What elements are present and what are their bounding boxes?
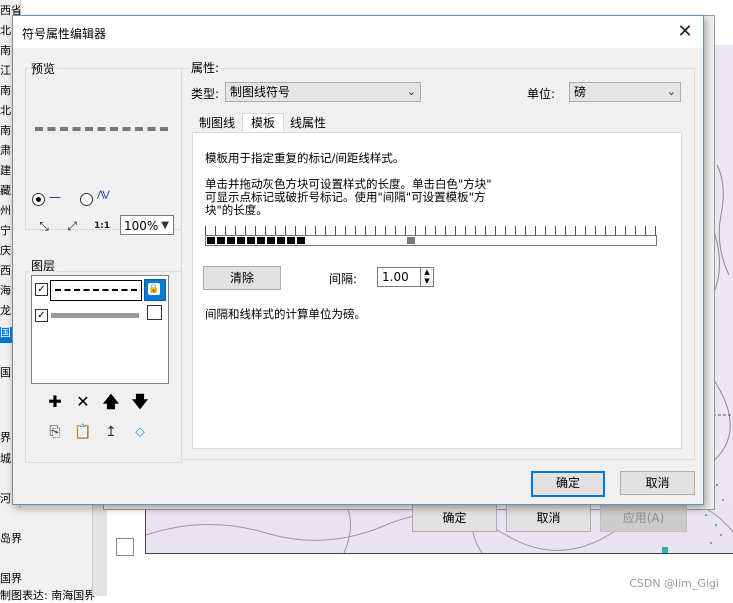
chevron-down-icon: ⌄	[666, 85, 676, 98]
background-list-item[interactable]: 岛界	[0, 530, 22, 546]
template-tab-panel: 模板用于指定重复的标记/间距线样式。 单击并拖动灰色方块可设置样式的长度。单击白…	[192, 132, 682, 449]
radio-zigzag-preview[interactable]	[80, 193, 93, 206]
background-list-item[interactable]: 国界	[0, 570, 22, 586]
unit-label: 单位:	[527, 87, 556, 101]
symbol-property-editor-dialog: 符号属性编辑器 ✕ 预览 — ⋀⋁ ⤡ ⤢ 1:1 100% ▼ 图层 ✓ 🔒 …	[12, 15, 704, 505]
background-checkbox[interactable]	[116, 538, 134, 556]
chevron-down-icon: ⌄	[406, 85, 416, 98]
layer-visibility-checkbox[interactable]: ✓	[35, 309, 48, 322]
clear-button[interactable]: 清除	[203, 266, 281, 290]
template-cell-filled[interactable]	[297, 237, 305, 244]
template-intro: 模板用于指定重复的标记/间距线样式。	[205, 151, 405, 165]
add-layer-button[interactable]: ✚	[45, 392, 65, 412]
line-mode-icon: —	[49, 190, 61, 204]
chevron-down-icon: ▼	[161, 220, 169, 231]
layer-swatch-solid[interactable]	[51, 313, 139, 318]
background-bottom-list: 岛界 国界 制图表达: 南海国界	[0, 508, 105, 602]
template-cell-filled[interactable]	[237, 237, 245, 244]
preview-group	[25, 68, 182, 230]
move-layer-up-button[interactable]: 🡅	[101, 392, 121, 412]
move-layer-down-button[interactable]: 🡇	[130, 392, 150, 412]
remove-layer-button[interactable]: ✕	[73, 392, 93, 412]
layer-swatch-dashed[interactable]	[50, 280, 142, 301]
background-list-item: 河	[0, 492, 11, 505]
watermark: CSDN @lim_Gigi	[629, 577, 719, 590]
actual-size-icon[interactable]: 1:1	[91, 216, 113, 236]
template-cell-filled[interactable]	[247, 237, 255, 244]
background-cancel-button[interactable]: 取消	[506, 504, 591, 532]
layer-lock-icon[interactable]	[147, 305, 162, 320]
zigzag-mode-icon: ⋀⋁	[97, 190, 110, 200]
background-scroll-area	[92, 505, 107, 596]
map-handle[interactable]	[662, 547, 668, 553]
spin-down-icon[interactable]: ▼	[421, 277, 433, 286]
paste-layer-icon[interactable]: 📋	[73, 422, 93, 442]
template-editor[interactable]	[205, 226, 657, 246]
layer-list[interactable]: ✓ 🔒 ✓	[31, 275, 169, 384]
layer-visibility-checkbox[interactable]: ✓	[35, 283, 48, 296]
zoom-out-icon[interactable]: ⤢	[61, 216, 83, 236]
template-cell-filled[interactable]	[277, 237, 285, 244]
template-cell-filled[interactable]	[217, 237, 225, 244]
unit-value: 磅	[574, 85, 587, 99]
title-bar[interactable]: 符号属性编辑器 ✕	[13, 16, 703, 48]
background-list-item: 城	[0, 452, 11, 465]
tab-line-properties[interactable]: 线属性	[285, 114, 331, 132]
zoom-select[interactable]: 100% ▼	[120, 215, 174, 235]
template-pattern-bar[interactable]	[205, 235, 657, 246]
type-select[interactable]: 制图线符号 ⌄	[225, 82, 421, 102]
template-cell-filled[interactable]	[207, 237, 215, 244]
background-list-item[interactable]: 制图表达: 南海国界	[0, 587, 95, 603]
tag-layer-icon[interactable]: ⬦	[130, 422, 150, 442]
interval-label: 间隔:	[329, 272, 358, 286]
interval-input[interactable]: 1.00	[377, 267, 423, 287]
spin-up-icon[interactable]: ▲	[421, 268, 433, 277]
template-length-handle[interactable]	[407, 237, 415, 244]
type-value: 制图线符号	[230, 85, 291, 99]
tab-template[interactable]: 模板	[242, 113, 284, 134]
tab-cartographic-line[interactable]: 制图线	[194, 114, 240, 132]
type-label: 类型:	[191, 87, 220, 101]
preview-label: 预览	[29, 60, 58, 77]
preview-line-sample	[35, 127, 168, 131]
background-apply-button: 应用(A)	[600, 504, 687, 532]
template-cell-filled[interactable]	[227, 237, 235, 244]
properties-label: 属性:	[189, 59, 222, 76]
ok-button[interactable]: 确定	[531, 471, 605, 497]
close-button[interactable]: ✕	[671, 19, 699, 45]
template-cell-filled[interactable]	[267, 237, 275, 244]
interval-spinner[interactable]: ▲ ▼	[420, 267, 434, 287]
layer-lock-icon[interactable]: 🔒	[144, 279, 166, 301]
unit-select[interactable]: 磅 ⌄	[569, 82, 681, 102]
radio-line-preview[interactable]	[32, 193, 45, 206]
reset-layer-icon[interactable]: ↥	[101, 422, 121, 442]
zoom-in-icon[interactable]: ⤡	[33, 216, 55, 236]
background-list-item: 界	[0, 431, 11, 444]
template-cell-filled[interactable]	[287, 237, 295, 244]
layers-label: 图层	[29, 257, 58, 274]
template-instruction-line3: 块"的长度。	[205, 203, 268, 217]
cancel-button[interactable]: 取消	[620, 471, 695, 495]
template-cell-filled[interactable]	[257, 237, 265, 244]
background-ok-button[interactable]: 确定	[412, 504, 497, 532]
template-ruler-ticks	[205, 226, 657, 235]
dialog-title: 符号属性编辑器	[22, 27, 107, 41]
interval-unit-note: 间隔和线样式的计算单位为磅。	[205, 307, 366, 321]
zoom-value: 100%	[124, 219, 159, 233]
copy-layer-icon[interactable]: ⎘	[45, 422, 65, 442]
